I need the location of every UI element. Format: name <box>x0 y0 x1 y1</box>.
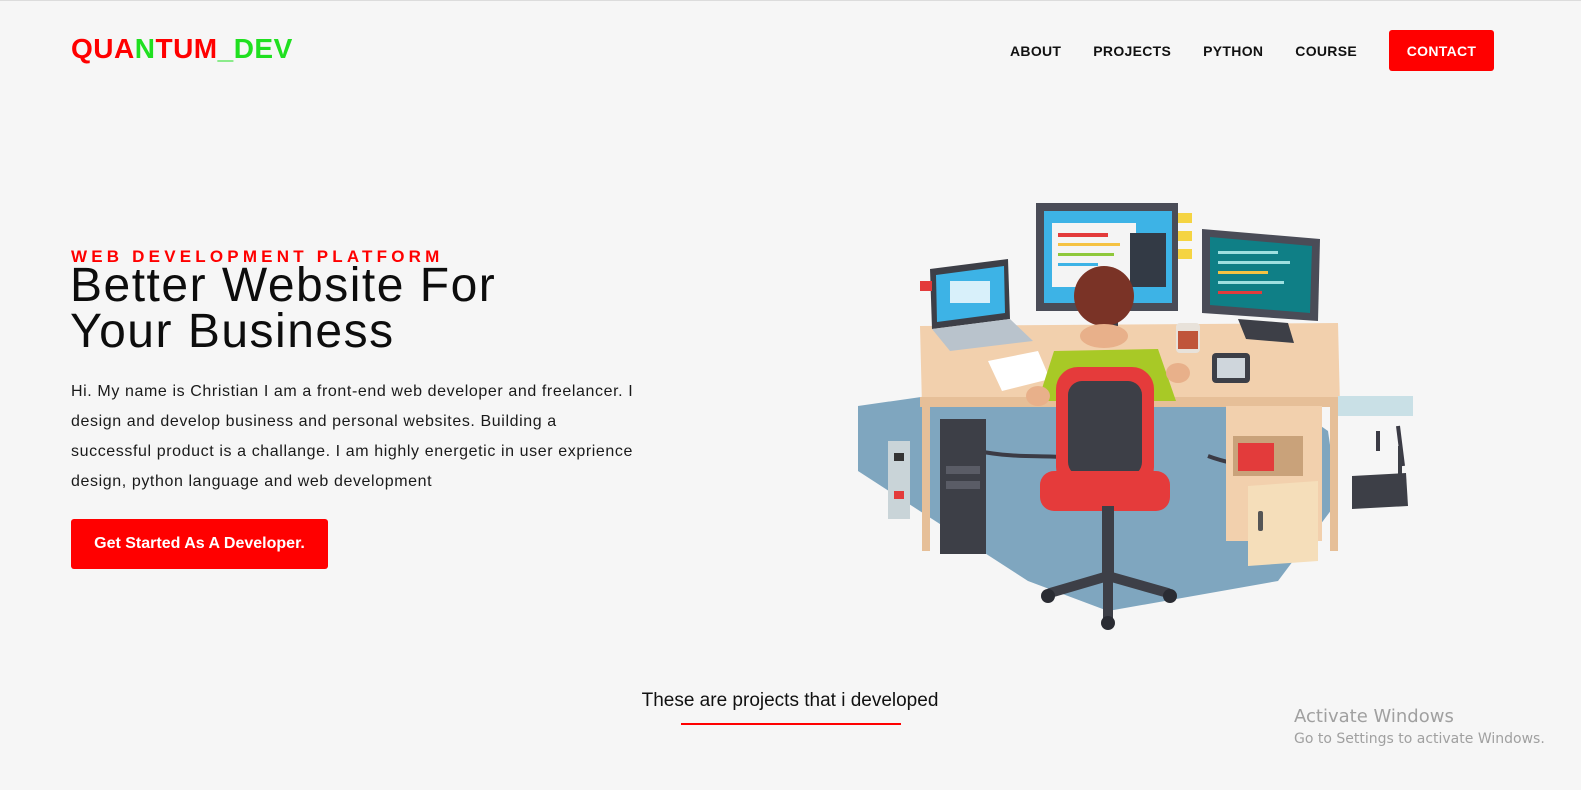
logo-part-2: N <box>134 33 156 64</box>
hero-intro: Hi. My name is Christian I am a front-en… <box>71 383 634 490</box>
logo-part-3: TUM <box>155 33 218 64</box>
get-started-button[interactable]: Get Started As A Developer. <box>71 519 328 569</box>
nav-python-link[interactable]: PYTHON <box>1203 43 1263 59</box>
brand-logo[interactable]: QUANTUM_DEV <box>71 33 293 65</box>
projects-heading-underline <box>681 723 901 725</box>
logo-part-4: _DEV <box>217 33 293 64</box>
hero-title-line-2: Your Business <box>70 305 395 358</box>
hero-title: Better Website For Your Business <box>70 262 610 358</box>
developer-at-desk-illustration <box>858 203 1413 630</box>
nav-about-link[interactable]: ABOUT <box>1010 43 1061 59</box>
contact-button[interactable]: CONTACT <box>1389 30 1494 71</box>
windows-activation-subtitle: Go to Settings to activate Windows. <box>1294 731 1545 747</box>
windows-activation-notice: Activate Windows Go to Settings to activ… <box>1294 705 1545 749</box>
nav-projects-link[interactable]: PROJECTS <box>1093 43 1171 59</box>
projects-heading: These are projects that i developed <box>641 690 939 711</box>
main-nav: ABOUT PROJECTS PYTHON COURSE <box>1010 43 1389 59</box>
windows-activation-title: Activate Windows <box>1294 706 1454 727</box>
nav-course-link[interactable]: COURSE <box>1295 43 1357 59</box>
logo-part-1: QUA <box>71 33 135 64</box>
